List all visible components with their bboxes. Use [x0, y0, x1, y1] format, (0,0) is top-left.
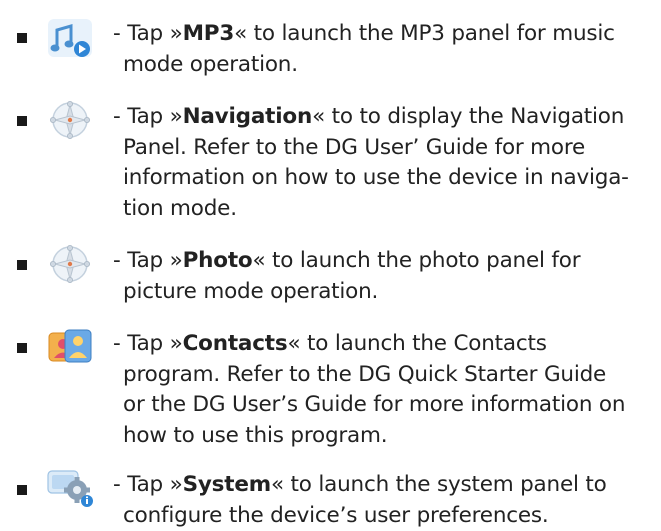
item-line: information on how to use the device in … [123, 165, 629, 190]
item-keyword: MP3 [182, 21, 235, 46]
item-prefix: - Tap » [113, 104, 183, 129]
item-line: program. Refer to the DG Quick Starter G… [123, 361, 607, 387]
bullet [17, 485, 27, 495]
item-text: - Tap »Contacts« to launch the Contacts p… [113, 329, 653, 451]
bullet [17, 116, 27, 126]
item-line: « to launch the photo panel for [252, 248, 581, 273]
item-prefix: - Tap » [113, 21, 183, 46]
item-line: « to to display the Navigation [312, 104, 625, 129]
mp3-music-note-icon [47, 18, 97, 58]
item-line: how to use this program. [123, 422, 388, 448]
item-line: Panel. Refer to the DG User’ Guide for m… [123, 134, 586, 160]
item-text: - Tap »MP3« to launch the MP3 panel for … [113, 19, 653, 80]
item-keyword: System [182, 472, 272, 497]
item-text: - Tap »System« to launch the system pane… [113, 470, 653, 531]
bullet [17, 33, 27, 43]
item-keyword: Navigation [182, 104, 313, 129]
item-line: picture mode operation. [123, 278, 379, 304]
item-line: « to launch the MP3 panel for music [234, 21, 615, 46]
photo-compass-icon [47, 244, 97, 284]
navigation-compass-icon [47, 100, 97, 140]
item-prefix: - Tap » [113, 248, 183, 273]
item-text: - Tap »Navigation« to to display the Nav… [113, 102, 653, 224]
item-prefix: - Tap » [113, 472, 183, 497]
item-line: « to launch the system panel to [270, 472, 607, 497]
bullet [17, 343, 27, 353]
item-line: tion mode. [123, 195, 237, 221]
item-line: « to launch the Contacts [287, 331, 547, 356]
item-line: mode operation. [123, 51, 298, 77]
item-line: or the DG User’s Guide for more informat… [123, 392, 626, 417]
item-text: - Tap »Photo« to launch the photo panel … [113, 246, 653, 307]
item-prefix: - Tap » [113, 331, 183, 356]
item-keyword: Contacts [182, 331, 288, 356]
system-settings-gear-icon [47, 468, 97, 508]
item-keyword: Photo [182, 248, 253, 273]
contacts-card-icon [47, 327, 97, 367]
bullet [17, 260, 27, 270]
